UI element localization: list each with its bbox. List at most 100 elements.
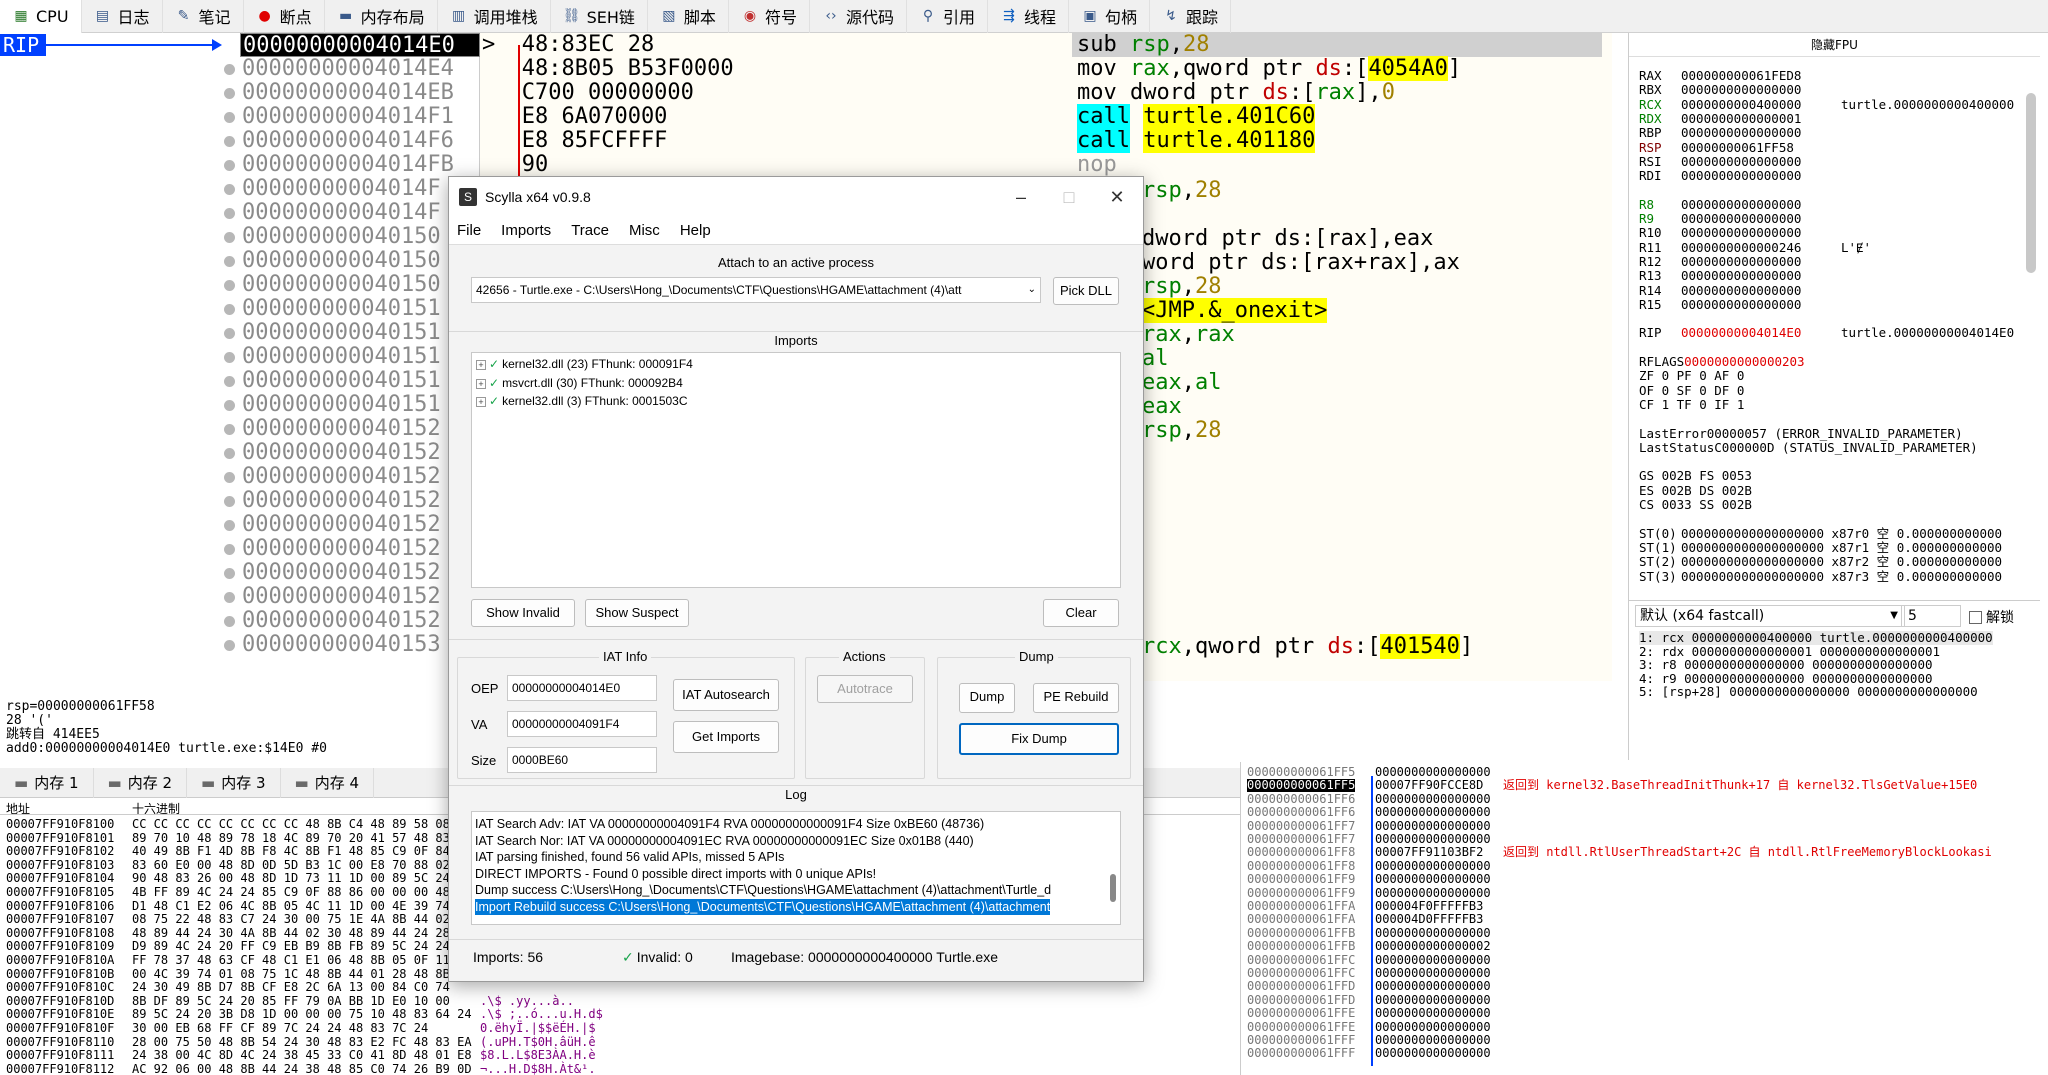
tab-4[interactable]: ● 断点 — [244, 0, 325, 33]
register-row[interactable]: RSP 00000000061FF58 — [1639, 140, 1841, 155]
register-row[interactable]: RDI 0000000000000000 — [1639, 169, 1841, 183]
menu-file[interactable]: File — [457, 222, 481, 239]
address-row[interactable]: 000000000040152 — [240, 585, 480, 609]
tab-13[interactable]: ▣ 句柄 — [1069, 0, 1151, 33]
scylla-dialog[interactable]: S Scylla x64 v0.9.8 – □ ✕ File Imports Tra… — [448, 176, 1144, 982]
breakpoint-dot-icon[interactable] — [224, 64, 235, 75]
address-row[interactable]: 00000000004014E4 — [240, 57, 480, 81]
address-column[interactable]: 00000000004014E0 00000000004014E4 00000000… — [240, 33, 480, 681]
address-row[interactable]: 00000000004014F1 — [240, 105, 480, 129]
address-row[interactable]: 000000000040152 — [240, 441, 480, 465]
register-row[interactable]: OF 0 SF 0 DF 0 — [1639, 383, 1904, 398]
address-row[interactable]: 000000000040152 — [240, 537, 480, 561]
breakpoint-dot-icon[interactable] — [224, 88, 235, 99]
call-convention-select[interactable]: 默认 (x64 fastcall) ▼ — [1635, 605, 1905, 627]
register-row[interactable]: LastStatusC000000D (STATUS_INVALID_PARAM… — [1639, 440, 1978, 455]
address-row[interactable]: 000000000040152 — [240, 609, 480, 633]
stack-pane[interactable]: 000000000061FF5 0000000000000000 000000000… — [1240, 762, 2048, 1075]
breakpoint-dot-icon[interactable] — [224, 328, 235, 339]
autotrace-button[interactable]: Autotrace — [817, 675, 913, 703]
dump-button[interactable]: Dump — [959, 683, 1015, 713]
register-row[interactable]: RSI 0000000000000000 — [1639, 154, 1841, 169]
expand-icon[interactable]: + — [476, 360, 486, 370]
menu-imports[interactable]: Imports — [501, 222, 551, 239]
breakpoint-dot-icon[interactable] — [224, 112, 235, 123]
tab-3[interactable]: ✎ 笔记 — [163, 0, 244, 33]
address-row[interactable]: 00000000004014FB — [240, 153, 480, 177]
breakpoint-dot-icon[interactable] — [224, 592, 235, 603]
menu-help[interactable]: Help — [680, 222, 711, 239]
address-row[interactable]: 000000000040152 — [240, 489, 480, 513]
tab-11[interactable]: ⚲ 引用 — [907, 0, 988, 33]
address-row[interactable]: 00000000004014F6 — [240, 129, 480, 153]
breakpoint-dot-icon[interactable] — [224, 208, 235, 219]
breakpoint-dot-icon[interactable] — [224, 448, 235, 459]
breakpoint-dot-icon[interactable] — [224, 520, 235, 531]
breakpoint-dot-icon[interactable] — [224, 496, 235, 507]
register-row[interactable]: RBX 0000000000000000 — [1639, 83, 1841, 97]
memory-tab-2[interactable]: ▬ 内存 2 — [94, 767, 187, 798]
register-row[interactable]: LastError00000057 (ERROR_INVALID_PARAMET… — [1639, 426, 1963, 441]
breakpoint-dot-icon[interactable] — [224, 424, 235, 435]
register-row[interactable]: CF 1 TF 0 IF 1 — [1639, 397, 1904, 412]
breakpoint-dot-icon[interactable] — [224, 544, 235, 555]
show-suspect-button[interactable]: Show Suspect — [585, 599, 689, 627]
register-row[interactable]: RIP 00000000004014E0 turtle.00000000004014… — [1639, 326, 2014, 340]
process-select[interactable]: 42656 - Turtle.exe - C:\Users\Hong_\Docu… — [471, 277, 1041, 303]
register-row[interactable]: R8 0000000000000000 — [1639, 197, 1841, 212]
menu-misc[interactable]: Misc — [629, 222, 660, 239]
registers-scrollbar[interactable] — [2026, 93, 2036, 273]
address-row[interactable]: 000000000040151 — [240, 369, 480, 393]
register-row[interactable]: R10 0000000000000000 — [1639, 226, 1841, 240]
register-row[interactable]: RAX 000000000061FED8 — [1639, 69, 1841, 83]
breakpoint-dot-icon[interactable] — [224, 184, 235, 195]
fix-dump-button[interactable]: Fix Dump — [959, 723, 1119, 755]
register-row[interactable]: R11 0000000000000246 L'Ɇ' — [1639, 240, 1871, 255]
breakpoint-dot-icon[interactable] — [224, 256, 235, 267]
oep-field[interactable]: 00000000004014E0 — [507, 675, 657, 701]
memory-tab-1[interactable]: ▬ 内存 1 — [0, 767, 94, 798]
address-row[interactable]: 000000000040151 — [240, 345, 480, 369]
instruction-column[interactable]: sub rsp,28 mov rax,qword ptr ds:[4054A0] m… — [1072, 33, 1612, 681]
tab-14[interactable]: ↯ 跟踪 — [1150, 0, 1232, 33]
register-row[interactable]: ST(1) 0000000000000000000 x87r1 空 0.00000… — [1639, 540, 2002, 555]
register-row[interactable]: RDX 0000000000000001 — [1639, 111, 1841, 126]
breakpoint-dot-icon[interactable] — [224, 304, 235, 315]
breakpoint-dot-icon[interactable] — [224, 400, 235, 411]
hide-fpu-button[interactable]: 隐藏FPU — [1629, 33, 2040, 57]
address-row[interactable]: 000000000040151 — [240, 321, 480, 345]
breakpoint-dot-icon[interactable] — [224, 160, 235, 171]
import-item[interactable]: + ✓ msvcrt.dll (30) FThunk: 000092B4 — [476, 374, 683, 392]
expand-icon[interactable]: + — [476, 378, 486, 389]
register-row[interactable]: ST(0) 0000000000000000000 x87r0 空 0.00000… — [1639, 526, 2002, 541]
pe-rebuild-button[interactable]: PE Rebuild — [1033, 683, 1119, 713]
register-row[interactable]: ST(3) 0000000000000000000 x87r3 空 0.00000… — [1639, 569, 2002, 584]
register-row[interactable]: R12 0000000000000000 — [1639, 254, 1841, 269]
address-row[interactable]: 000000000040150 — [240, 273, 480, 297]
tab-2[interactable]: ▤ 日志 — [82, 0, 163, 33]
memory-tab-4[interactable]: ▬ 内存 4 — [281, 767, 374, 798]
show-invalid-button[interactable]: Show Invalid — [471, 599, 575, 627]
address-row[interactable]: 000000000040151 — [240, 297, 480, 321]
address-row[interactable]: 000000000040152 — [240, 561, 480, 585]
minimize-button[interactable]: – — [999, 183, 1043, 211]
imports-tree[interactable]: + ✓ kernel32.dll (23) FThunk: 000091F4 + ✓ ms… — [471, 352, 1121, 588]
va-field[interactable]: 00000000004091F4 — [507, 711, 657, 737]
import-item[interactable]: + ✓ kernel32.dll (23) FThunk: 000091F4 — [476, 355, 693, 373]
register-row[interactable]: ZF 0 PF 0 AF 0 — [1639, 369, 1904, 383]
tab-10[interactable]: ‹› 源代码 — [810, 0, 907, 33]
address-row[interactable]: 00000000004014E0 — [240, 33, 480, 58]
tab-8[interactable]: ▧ 脚本 — [648, 0, 729, 33]
register-row[interactable]: RFLAGS0000000000000203 — [1639, 355, 1844, 369]
address-row[interactable]: 00000000004014F — [240, 201, 480, 225]
breakpoint-dot-icon[interactable] — [224, 280, 235, 291]
breakpoint-dot-icon[interactable] — [224, 568, 235, 579]
clear-button[interactable]: Clear — [1043, 599, 1119, 627]
breakpoint-dot-icon[interactable] — [224, 136, 235, 147]
iat-autosearch-button[interactable]: IAT Autosearch — [673, 679, 779, 711]
log-box[interactable]: IAT Search Adv: IAT VA 00000000004091F4 … — [471, 811, 1121, 925]
breakpoint-dot-icon[interactable] — [224, 616, 235, 627]
register-row[interactable]: GS 002B FS 0053 — [1639, 469, 1912, 483]
register-row[interactable]: R9 0000000000000000 — [1639, 212, 1841, 226]
size-field[interactable]: 0000BE60 — [507, 747, 657, 773]
